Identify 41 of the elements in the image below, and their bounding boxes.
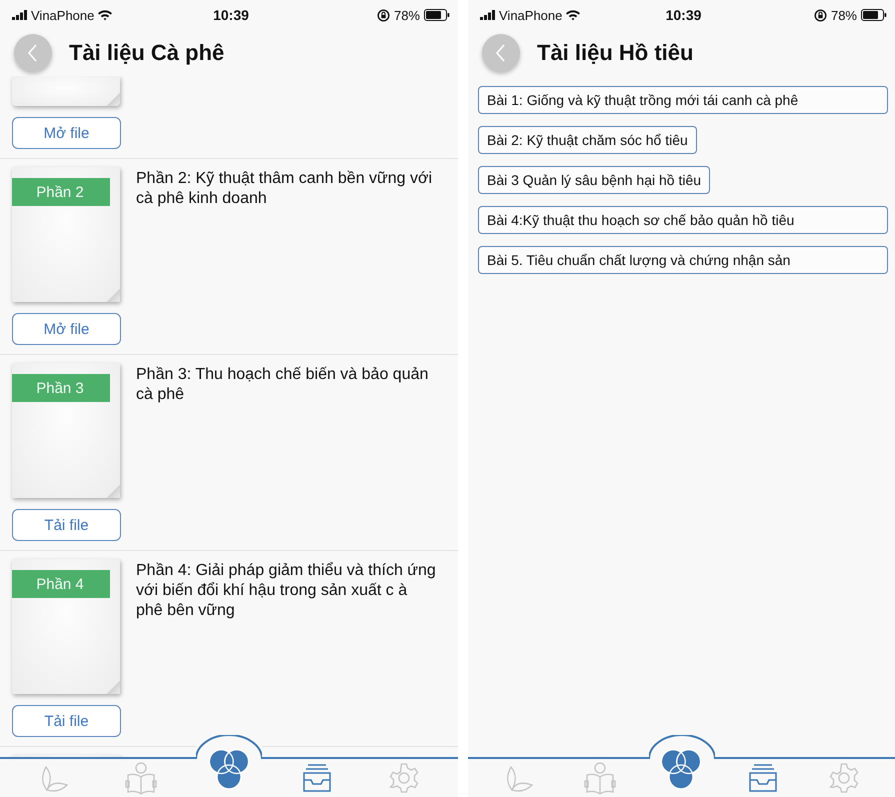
settings-icon — [388, 762, 420, 794]
lesson-button[interactable]: Bài 4:Kỹ thuật thu hoạch sơ chế bảo quản hồ tiêu — [478, 206, 888, 234]
inbox-icon — [302, 763, 332, 793]
document-title: Phần 4: Giải pháp giảm thiểu và thích ứng với biến đổi khí hậu trong sản xuất c à phê bên vững — [136, 561, 436, 621]
lesson-button[interactable]: Bài 1: Giống và kỹ thuật trồng mới tái canh cà phê — [478, 86, 888, 114]
wifi-icon — [565, 9, 582, 21]
lesson-button[interactable]: Bài 2: Kỹ thuật chăm sóc hổ tiêu — [478, 126, 697, 154]
battery-percent: 78% — [394, 8, 420, 22]
lesson-button[interactable]: Bài 5. Tiêu chuẩn chất lượng và chứng nhận sản — [478, 246, 888, 274]
rotation-lock-icon — [376, 8, 390, 22]
file-button[interactable]: Mở file — [12, 313, 121, 345]
back-button[interactable] — [14, 34, 52, 72]
screen-title: Tài liệu Cà phê — [69, 40, 224, 66]
document-title: Phần 2: Kỹ thuật thâm canh bền vững với cà phê kinh doanh — [136, 169, 434, 209]
document-title: Phần 3: Thu hoạch chế biến và bảo quản cà phê — [136, 365, 430, 405]
reading-person-icon — [124, 761, 158, 795]
battery-icon — [424, 9, 450, 21]
carrier-name: VinaPhone — [499, 8, 562, 22]
lesson-button[interactable]: Bài 3 Quản lý sâu bệnh hại hồ tiêu — [478, 166, 710, 194]
screen-title: Tài liệu Hồ tiêu — [537, 40, 694, 66]
clock-time: 10:39 — [666, 7, 702, 23]
section-badge: Phần 3 — [12, 374, 110, 402]
battery-percent: 78% — [830, 8, 857, 22]
back-chevron-icon — [27, 43, 39, 63]
signal-icon — [12, 10, 28, 20]
file-button[interactable]: Tải file — [12, 509, 121, 541]
carrier-name: VinaPhone — [31, 8, 94, 22]
rotation-lock-icon — [814, 8, 827, 22]
battery-icon — [861, 9, 887, 21]
file-button[interactable]: Tải file — [12, 705, 121, 737]
signal-icon — [480, 10, 496, 20]
wifi-icon — [97, 9, 114, 21]
reading-person-icon — [583, 761, 618, 795]
file-button[interactable]: Mở file — [12, 117, 121, 149]
settings-icon — [828, 762, 860, 794]
back-button[interactable] — [482, 34, 520, 72]
section-badge: Phần 4 — [12, 570, 110, 598]
clock-time: 10:39 — [213, 7, 249, 23]
inbox-icon — [748, 763, 778, 793]
section-badge: Phần 2 — [12, 178, 110, 206]
back-chevron-icon — [495, 43, 507, 63]
